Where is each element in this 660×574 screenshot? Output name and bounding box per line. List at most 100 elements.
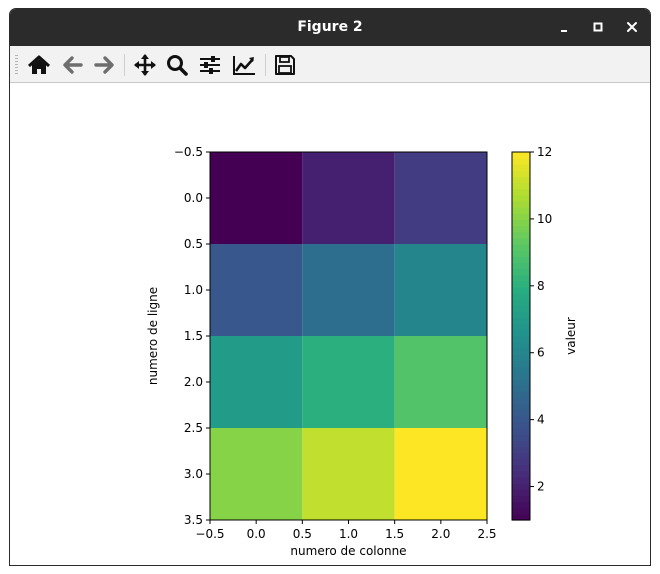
colorbar-segment [512,391,530,398]
line-chart-icon [233,56,255,75]
y-tick-label: 1.5 [184,329,203,343]
heatmap-cell [302,336,395,428]
x-tick-label: 2.0 [431,527,450,541]
heatmap-cell [394,244,487,336]
colorbar-segment [512,323,530,331]
heatmap-cell [210,152,303,244]
heatmap-cell [302,428,395,520]
colorbar-label: valeur [564,317,578,355]
colorbar-segment [512,372,530,380]
colorbar-segment [512,434,530,441]
toolbar-separator [124,54,125,76]
colorbar-tick-label: 4 [537,413,545,427]
colorbar-segment [512,231,530,239]
y-tick-label: 0.0 [184,191,203,205]
colorbar-segment [512,274,530,282]
heatmap-cell [210,336,303,428]
colorbar-segment [512,397,530,405]
x-tick-label: 1.5 [385,527,404,541]
colorbar-segment [512,452,530,460]
colorbar-segment [512,207,530,214]
colorbar-segment [512,225,530,233]
colorbar-tick-label: 12 [537,145,552,159]
y-tick-label: 0.5 [184,237,203,251]
y-tick-label: 3.0 [184,467,203,481]
maximize-icon[interactable] [588,17,608,37]
colorbar-segment [512,464,530,472]
heatmap-chart: −0.5 0.0 0.5 1.0 1.5 2.0 2.5 −0.5 0.0 0.5 1.0 1.5 2.… [146,145,578,558]
colorbar-segment [512,378,530,386]
y-tick-label: −0.5 [174,145,203,159]
colorbar-segment [512,409,530,417]
zoom-button[interactable] [165,54,191,76]
heatmap-cell [394,428,487,520]
colorbar-segment [512,286,530,294]
colorbar-segment [512,158,530,165]
colorbar-tick-label: 6 [537,346,545,360]
forward-button[interactable] [91,54,117,76]
x-tick-label: −0.5 [195,527,224,541]
colorbar-segment [512,446,530,454]
colorbar-segment [512,336,530,343]
colorbar-segment [512,244,530,251]
figure-window: Figure 2 −0.5 0.0 0.5 1.0 1.5 2.0 2.5 −0… [9,8,651,566]
colorbar-segment [512,403,530,411]
y-tick-label: 1.0 [184,283,203,297]
colorbar-segment [512,495,530,503]
colorbar-segment [512,188,530,196]
heatmap-cell [302,244,395,336]
colorbar-segment [512,219,530,227]
subplots-button[interactable] [197,54,223,76]
floppy-disk-icon [275,55,295,75]
colorbar-segment [512,360,530,368]
y-tick-label: 2.5 [184,421,203,435]
back-button[interactable] [60,54,86,76]
heatmap-cell [394,152,487,244]
colorbar-segment [512,477,530,484]
colorbar-segment [512,489,530,497]
colorbar-segment [512,164,530,171]
toolbar-grip[interactable] [15,55,18,74]
x-tick-label: 1.0 [339,527,358,541]
colorbar-segment [512,428,530,435]
x-tick-label: 0.0 [247,527,266,541]
colorbar-segment [512,201,530,208]
move-arrows-icon [134,54,156,76]
colorbar-segment [512,501,530,509]
pan-button[interactable] [132,54,158,76]
heatmap-cell [210,428,303,520]
colorbar-segment [512,483,530,490]
y-tick-label: 2.0 [184,375,203,389]
save-button[interactable] [272,54,298,76]
colorbar-segment [512,176,530,184]
colorbar-segment [512,329,530,337]
colorbar-segment [512,342,530,349]
toolbar-separator [265,54,266,76]
x-tick-label: 0.5 [293,527,312,541]
home-button[interactable] [26,54,52,76]
colorbar-segment [512,440,530,447]
colorbar-segment [512,385,530,392]
title-bar[interactable]: Figure 2 [10,9,650,46]
heatmap-cell [394,336,487,428]
close-icon[interactable] [622,17,642,37]
colorbar-segment [512,458,530,466]
colorbar-segment [512,152,530,159]
colorbar-segment [512,262,530,270]
figure-canvas[interactable]: −0.5 0.0 0.5 1.0 1.5 2.0 2.5 −0.5 0.0 0.5 1.0 1.5 2.… [10,83,650,565]
home-icon [27,55,51,74]
colorbar-segment [512,470,530,478]
colorbar-segment [512,348,530,355]
heatmap-cell [302,152,395,244]
x-tick-label: 2.5 [477,527,496,541]
colorbar-tick-label: 10 [537,212,552,226]
colorbar-segment [512,354,530,362]
arrow-right-icon [94,56,114,74]
colorbar-segment [512,213,530,221]
x-axis-label: numero de colonne [290,544,406,558]
arrow-left-icon [63,56,83,74]
colorbar-segment [512,280,530,288]
edit-axis-button[interactable] [231,54,257,76]
minimize-icon[interactable] [554,17,574,37]
colorbar-segment [512,194,530,202]
